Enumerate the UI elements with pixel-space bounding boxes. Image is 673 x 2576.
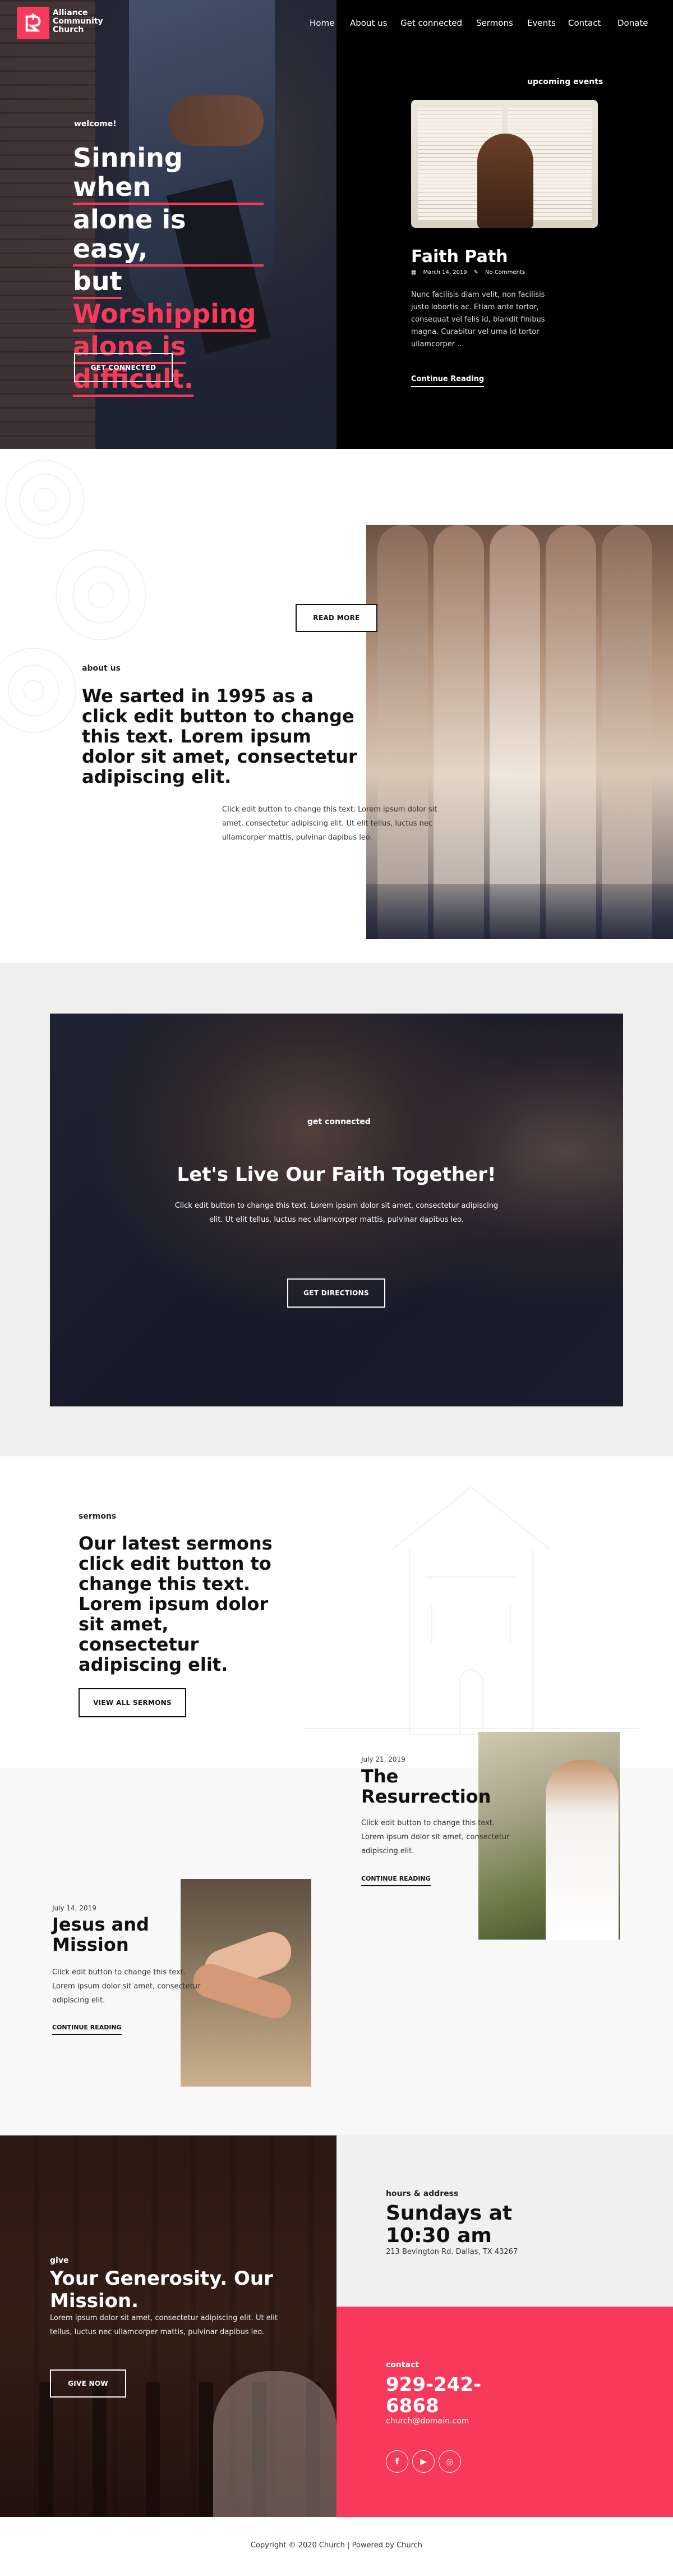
about-body: Click edit button to change this text. L…	[222, 805, 437, 842]
continue-reading-link[interactable]: CONTINUE READING	[361, 1875, 431, 1886]
sermon-excerpt: Click edit button to change this text. L…	[361, 1819, 510, 1855]
footer-copyright: Copyright © 2020 Church | Powered by Chu…	[250, 2541, 423, 2550]
instagram-icon[interactable]: ◎	[439, 2450, 461, 2473]
comments-icon: ✎	[473, 269, 479, 276]
nav-home[interactable]: Home	[310, 18, 334, 28]
upcoming-events-label: upcoming events	[527, 77, 603, 86]
continue-reading-link[interactable]: CONTINUE READING	[52, 2024, 122, 2035]
church-logo-icon[interactable]	[17, 7, 49, 39]
sermon-date: July 14, 2019	[52, 1904, 96, 1912]
site-brand-name[interactable]: Alliance Community Church	[53, 9, 120, 34]
brand-line: Alliance	[53, 8, 88, 17]
church-building-sketch	[303, 1486, 639, 1735]
upcoming-events-panel	[336, 0, 673, 491]
nav-sermons[interactable]: Sermons	[476, 18, 513, 28]
hero-title-line: but	[73, 267, 122, 299]
event-meta: ▦ March 14, 2019 ✎ No Comments	[411, 269, 525, 276]
contact-phone[interactable]: 929-242-6868	[386, 2374, 498, 2417]
praying-hands-bible-image[interactable]	[411, 100, 598, 228]
event-title[interactable]: Faith Path	[411, 247, 508, 267]
church-address: 213 Bevington Rd. Dallas, TX 43267	[386, 2248, 518, 2256]
about-title: We sarted in 1995 as a click edit button…	[82, 685, 357, 787]
sermon-title[interactable]: The Resurrection	[361, 1766, 507, 1807]
brand-line: Church	[53, 25, 84, 34]
facebook-icon[interactable]: f	[386, 2450, 408, 2473]
get-directions-button[interactable]: GET DIRECTIONS	[287, 1278, 385, 1308]
give-label: give	[50, 2256, 69, 2265]
give-title: Your Generosity. Our Mission.	[50, 2267, 273, 2312]
contact-email[interactable]: church@domain.com	[386, 2417, 469, 2426]
get-connected-button[interactable]: GET CONNECTED	[74, 353, 173, 382]
cta-title: Let's Live Our Faith Together!	[177, 1163, 496, 1186]
nav-donate[interactable]: Donate	[617, 18, 648, 28]
brand-line: Community	[53, 17, 103, 26]
give-body: Lorem ipsum dolor sit amet, consectetur …	[50, 2314, 278, 2336]
youtube-icon[interactable]: ▶	[412, 2450, 435, 2473]
give-now-button[interactable]: GIVE NOW	[50, 2369, 126, 2398]
sermon-excerpt: Click edit button to change this text. L…	[52, 1968, 201, 2005]
sermon-date: July 21, 2019	[361, 1755, 405, 1763]
sermon-title[interactable]: Jesus and Mission	[52, 1914, 198, 1955]
hero-title-line: Sinning when	[73, 143, 264, 205]
cta-label: get connected	[307, 1117, 371, 1126]
sermons-label: sermons	[79, 1512, 117, 1521]
hero-label: welcome!	[74, 120, 117, 129]
event-comments[interactable]: No Comments	[485, 269, 525, 276]
hero-title-line: alone is easy,	[73, 205, 264, 267]
church-interior-image	[366, 525, 673, 939]
view-all-sermons-button[interactable]: VIEW ALL SERMONS	[79, 1688, 186, 1717]
read-more-button[interactable]: READ MORE	[296, 604, 377, 632]
sermons-title: Our latest sermons click edit button to …	[79, 1533, 273, 1675]
nav-about-us[interactable]: About us	[350, 18, 387, 28]
nav-events[interactable]: Events	[527, 18, 556, 28]
nav-contact[interactable]: Contact	[568, 18, 601, 28]
event-excerpt: Nunc facilisis diam velit, non facilisis…	[411, 291, 545, 349]
service-time: Sundays at 10:30 am	[386, 2202, 513, 2247]
hero-title-line: Worshipping	[73, 299, 256, 332]
hours-label: hours & address	[386, 2189, 459, 2198]
header-nav: Alliance Community Church Home About us …	[0, 0, 673, 45]
continue-reading-link[interactable]: Continue Reading	[411, 375, 485, 387]
nav-get-connected[interactable]: Get connected	[400, 18, 462, 28]
event-date: March 14, 2019	[423, 269, 467, 276]
contact-label: contact	[386, 2360, 420, 2369]
calendar-icon: ▦	[411, 269, 417, 276]
about-label: about us	[82, 664, 121, 673]
cta-body: Click edit button to change this text. L…	[174, 1202, 499, 1224]
